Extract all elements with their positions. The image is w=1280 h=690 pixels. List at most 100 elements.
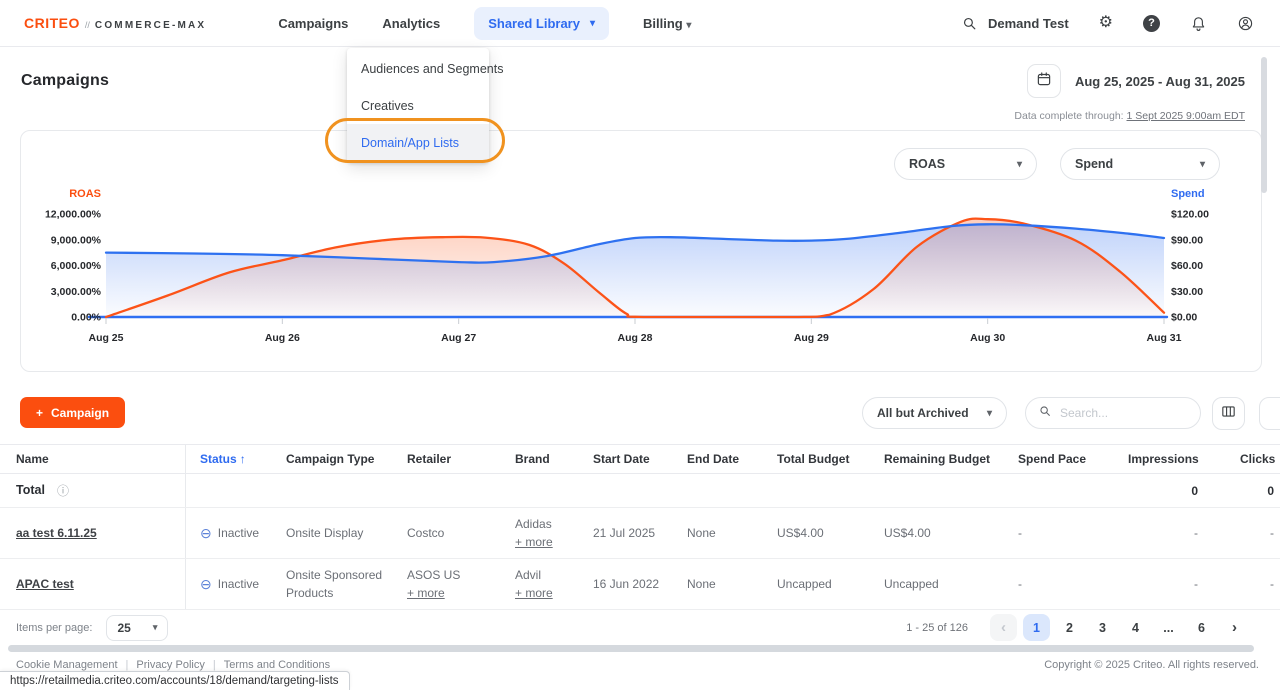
criteo-logo[interactable]: CRITEO // COMMERCE-MAX: [24, 15, 206, 31]
search-icon: [1038, 404, 1052, 423]
page-button-1[interactable]: 1: [1023, 614, 1050, 641]
svg-text:9,000.00%: 9,000.00%: [51, 234, 102, 246]
col-header-end-date[interactable]: End Date: [673, 450, 763, 468]
total-budget-cell: US$4.00: [763, 524, 870, 542]
retailer-cell: Costco: [393, 524, 501, 542]
account-search[interactable]: Demand Test: [961, 15, 1069, 32]
vertical-scrollbar[interactable]: [1261, 57, 1267, 193]
prev-page-button[interactable]: ‹: [990, 614, 1017, 641]
col-header-clicks[interactable]: Clicks: [1226, 450, 1280, 468]
right-metric-select[interactable]: Spend ▾: [1060, 148, 1220, 180]
menu-item-domain-app-lists[interactable]: Domain/App Lists: [347, 124, 489, 161]
status-badge: ⊖Inactive: [186, 575, 272, 593]
chevron-down-icon: ▾: [686, 20, 691, 31]
svg-text:Aug 25: Aug 25: [88, 332, 123, 344]
svg-text:Aug 29: Aug 29: [794, 332, 829, 344]
svg-text:12,000.00%: 12,000.00%: [45, 209, 102, 221]
col-header-brand[interactable]: Brand: [501, 450, 579, 468]
col-header-retailer[interactable]: Retailer: [393, 450, 501, 468]
menu-item-creatives[interactable]: Creatives: [347, 87, 489, 124]
nav-item-billing[interactable]: Billing ▾: [643, 16, 691, 31]
page-button-6[interactable]: 6: [1188, 614, 1215, 641]
remaining-budget-cell: US$4.00: [870, 524, 1004, 542]
chevron-down-icon: ▾: [987, 408, 992, 419]
plus-icon: +: [36, 406, 43, 420]
col-header-impressions[interactable]: Impressions: [1114, 450, 1226, 468]
col-header-status[interactable]: Status↑: [186, 450, 272, 468]
calendar-icon: [1035, 70, 1053, 93]
calendar-button[interactable]: [1027, 64, 1061, 98]
left-metric-select[interactable]: ROAS ▾: [894, 148, 1037, 180]
col-header-total-budget[interactable]: Total Budget: [763, 450, 870, 468]
nav-item-campaigns[interactable]: Campaigns: [278, 16, 348, 31]
items-per-page-select[interactable]: 25 ▾: [106, 615, 168, 641]
terms-and-conditions-link[interactable]: Terms and Conditions: [224, 659, 330, 671]
info-icon[interactable]: ⓘ: [57, 482, 69, 500]
svg-text:Aug 31: Aug 31: [1146, 332, 1181, 344]
search-input[interactable]: [1060, 406, 1180, 420]
inactive-status-icon: ⊖: [200, 526, 212, 540]
col-header-start-date[interactable]: Start Date: [579, 450, 673, 468]
settings-gear-icon[interactable]: ⚙: [1099, 15, 1113, 31]
notifications-bell-icon[interactable]: [1190, 15, 1207, 32]
performance-chart-card: ROAS ▾ Spend ▾ Aug 25Aug 26Aug 27Aug 28A…: [20, 130, 1262, 372]
more-retailers-link[interactable]: + more: [407, 584, 501, 602]
col-header-remaining-budget[interactable]: Remaining Budget: [870, 450, 1004, 468]
chevron-down-icon: ▾: [590, 18, 595, 29]
menu-item-audiences-and-segments[interactable]: Audiences and Segments: [347, 50, 489, 87]
table-header-row: Name Status↑ Campaign Type Retailer Bran…: [0, 444, 1280, 474]
campaign-name-link[interactable]: aa test 6.11.25: [16, 524, 97, 542]
brand-cell: Adidas+ more: [501, 515, 579, 551]
col-header-campaign-type[interactable]: Campaign Type: [272, 450, 393, 468]
date-range-value[interactable]: Aug 25, 2025 - Aug 31, 2025: [1075, 74, 1245, 89]
chevron-down-icon: ▾: [1200, 159, 1205, 170]
nav-right: Demand Test ⚙ ?: [961, 15, 1254, 32]
svg-text:3,000.00%: 3,000.00%: [51, 286, 102, 298]
campaigns-table: Name Status↑ Campaign Type Retailer Bran…: [0, 444, 1280, 610]
account-avatar-icon[interactable]: [1237, 15, 1254, 32]
table-row: aa test 6.11.25 ⊖Inactive Onsite Display…: [0, 508, 1280, 559]
table-row: APAC test ⊖Inactive Onsite Sponsored Pro…: [0, 559, 1280, 610]
columns-icon: [1220, 403, 1237, 425]
next-page-button[interactable]: ›: [1221, 614, 1248, 641]
privacy-policy-link[interactable]: Privacy Policy: [136, 659, 204, 671]
logo-brand: CRITEO: [24, 15, 80, 31]
archive-filter-select[interactable]: All but Archived ▾: [862, 397, 1007, 429]
more-brands-link[interactable]: + more: [515, 584, 579, 602]
table-total-row: Totalⓘ 0 0: [0, 474, 1280, 508]
svg-text:0.00%: 0.00%: [71, 312, 101, 324]
total-budget-cell: Uncapped: [763, 575, 870, 593]
svg-text:$90.00: $90.00: [1171, 234, 1203, 246]
col-header-spend-pace[interactable]: Spend Pace: [1004, 450, 1114, 468]
cookie-management-link[interactable]: Cookie Management: [16, 659, 118, 671]
svg-text:Spend: Spend: [1171, 188, 1205, 200]
pagination-row: Items per page: 25 ▾ 1 - 25 of 126 ‹ 1 2…: [0, 610, 1280, 645]
footer-links: Cookie Management | Privacy Policy | Ter…: [16, 659, 330, 671]
campaign-name-link[interactable]: APAC test: [16, 575, 74, 593]
spend-pace-cell: -: [1004, 524, 1114, 542]
remaining-budget-cell: Uncapped: [870, 575, 1004, 593]
start-date-cell: 21 Jul 2025: [579, 524, 673, 542]
column-settings-button[interactable]: [1212, 397, 1245, 430]
col-header-name[interactable]: Name: [0, 445, 186, 473]
clicks-cell: -: [1226, 575, 1280, 593]
logo-product: COMMERCE-MAX: [95, 20, 206, 31]
total-impressions: 0: [1114, 482, 1226, 500]
page-button-2[interactable]: 2: [1056, 614, 1083, 641]
more-tools-button-cutoff[interactable]: [1259, 397, 1280, 430]
nav-item-shared-library[interactable]: Shared Library ▾: [474, 7, 609, 40]
add-campaign-button[interactable]: + Campaign: [20, 397, 125, 428]
help-icon[interactable]: ?: [1143, 15, 1160, 32]
page-button-3[interactable]: 3: [1089, 614, 1116, 641]
app-window: CRITEO // COMMERCE-MAX Campaigns Analyti…: [0, 0, 1280, 690]
page-ellipsis: ...: [1155, 614, 1182, 641]
more-brands-link[interactable]: + more: [515, 533, 579, 551]
items-per-page-label: Items per page:: [16, 622, 92, 634]
shared-library-menu: Audiences and Segments Creatives Domain/…: [347, 48, 489, 163]
horizontal-scrollbar[interactable]: [8, 645, 1254, 652]
svg-text:$0.00: $0.00: [1171, 312, 1197, 324]
data-complete-link[interactable]: 1 Sept 2025 9:00am EDT: [1127, 110, 1246, 122]
page-button-4[interactable]: 4: [1122, 614, 1149, 641]
nav-item-analytics[interactable]: Analytics: [382, 16, 440, 31]
svg-text:ROAS: ROAS: [69, 188, 101, 200]
